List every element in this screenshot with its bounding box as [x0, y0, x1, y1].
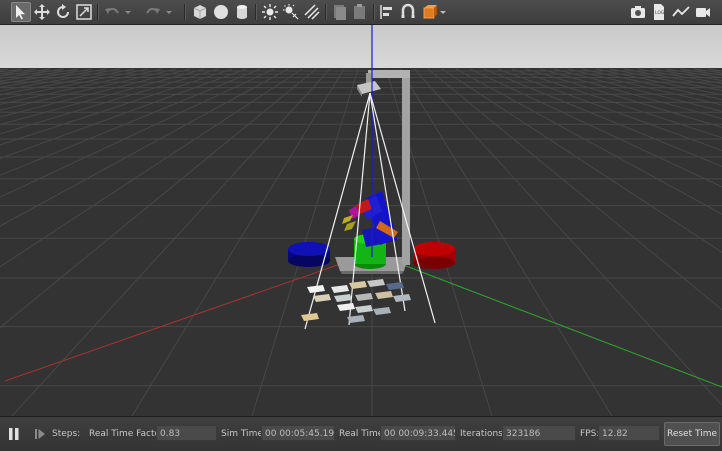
iterations-label: Iterations: — [460, 429, 506, 439]
insert-sphere-button[interactable] — [211, 2, 231, 22]
real-time-factor-label: Real Time Factor: — [89, 429, 167, 439]
iterations-field: 323186 — [502, 425, 576, 441]
real-time-field: 00 00:09:33.445 — [380, 425, 456, 441]
redo-dropdown-icon — [166, 11, 172, 14]
red-cylinder[interactable] — [413, 242, 455, 269]
translate-mode-button[interactable] — [32, 2, 52, 22]
view-angle-dropdown[interactable] — [438, 2, 448, 22]
point-light-button[interactable] — [260, 2, 280, 22]
directional-light-icon — [304, 4, 320, 20]
scale-icon — [76, 4, 92, 20]
sky-background — [0, 25, 722, 69]
align-button[interactable] — [377, 2, 397, 22]
undo-history-dropdown[interactable] — [122, 2, 134, 22]
real-time-factor-field: 0.83 — [156, 425, 217, 441]
snap-icon — [401, 3, 415, 18]
scale-mode-button[interactable] — [74, 2, 94, 22]
plot-button[interactable] — [671, 2, 691, 22]
chevron-down-icon — [440, 11, 446, 14]
copy-icon — [334, 5, 346, 20]
fps-label: FPS: — [580, 429, 600, 439]
align-icon — [380, 5, 392, 19]
reset-time-button[interactable]: Reset Time — [664, 422, 720, 446]
video-record-button[interactable] — [693, 2, 713, 22]
sim-time-label: Sim Time: — [221, 429, 266, 439]
translate-icon — [34, 4, 50, 20]
point-light-icon — [262, 4, 278, 20]
copy-button[interactable] — [330, 2, 350, 22]
plot-icon — [672, 6, 690, 17]
select-mode-button[interactable] — [11, 2, 31, 22]
paste-button[interactable] — [350, 2, 370, 22]
spot-light-button[interactable] — [281, 2, 301, 22]
3d-viewport[interactable] — [0, 25, 722, 416]
redo-button[interactable] — [143, 2, 163, 22]
insert-cylinder-button[interactable] — [232, 2, 252, 22]
redo-icon — [146, 7, 160, 14]
log-icon: LOG — [654, 4, 665, 20]
steps-label: Steps: — [52, 429, 81, 439]
sim-time-field: 00 00:05:45.190 — [261, 425, 335, 441]
step-forward-icon — [35, 429, 45, 439]
sphere-shape-icon — [214, 5, 228, 19]
spot-light-icon — [283, 4, 299, 20]
snap-button[interactable] — [398, 2, 418, 22]
undo-button[interactable] — [102, 2, 122, 22]
redo-history-dropdown[interactable] — [163, 2, 175, 22]
video-record-icon — [696, 8, 710, 17]
undo-icon — [105, 7, 119, 14]
toolbar: LOG — [0, 0, 722, 25]
directional-light-button[interactable] — [302, 2, 322, 22]
box-shape-icon — [193, 5, 207, 19]
scene-render — [0, 25, 722, 416]
rotate-mode-button[interactable] — [53, 2, 73, 22]
pause-icon — [9, 428, 19, 440]
insert-box-button[interactable] — [190, 2, 210, 22]
select-arrow-icon — [16, 5, 25, 20]
svg-text:LOG: LOG — [655, 10, 665, 16]
undo-dropdown-icon — [125, 11, 131, 14]
fps-field: 12.82 — [598, 425, 660, 441]
pause-button[interactable] — [8, 427, 20, 441]
rotate-icon — [57, 4, 69, 18]
status-bar: Steps: Real Time Factor: 0.83 Sim Time: … — [0, 416, 722, 451]
screenshot-icon — [631, 6, 645, 18]
step-button[interactable] — [34, 427, 46, 441]
cylinder-shape-icon — [237, 5, 247, 19]
log-button[interactable]: LOG — [649, 2, 669, 22]
paste-icon — [354, 4, 365, 19]
screenshot-button[interactable] — [628, 2, 648, 22]
